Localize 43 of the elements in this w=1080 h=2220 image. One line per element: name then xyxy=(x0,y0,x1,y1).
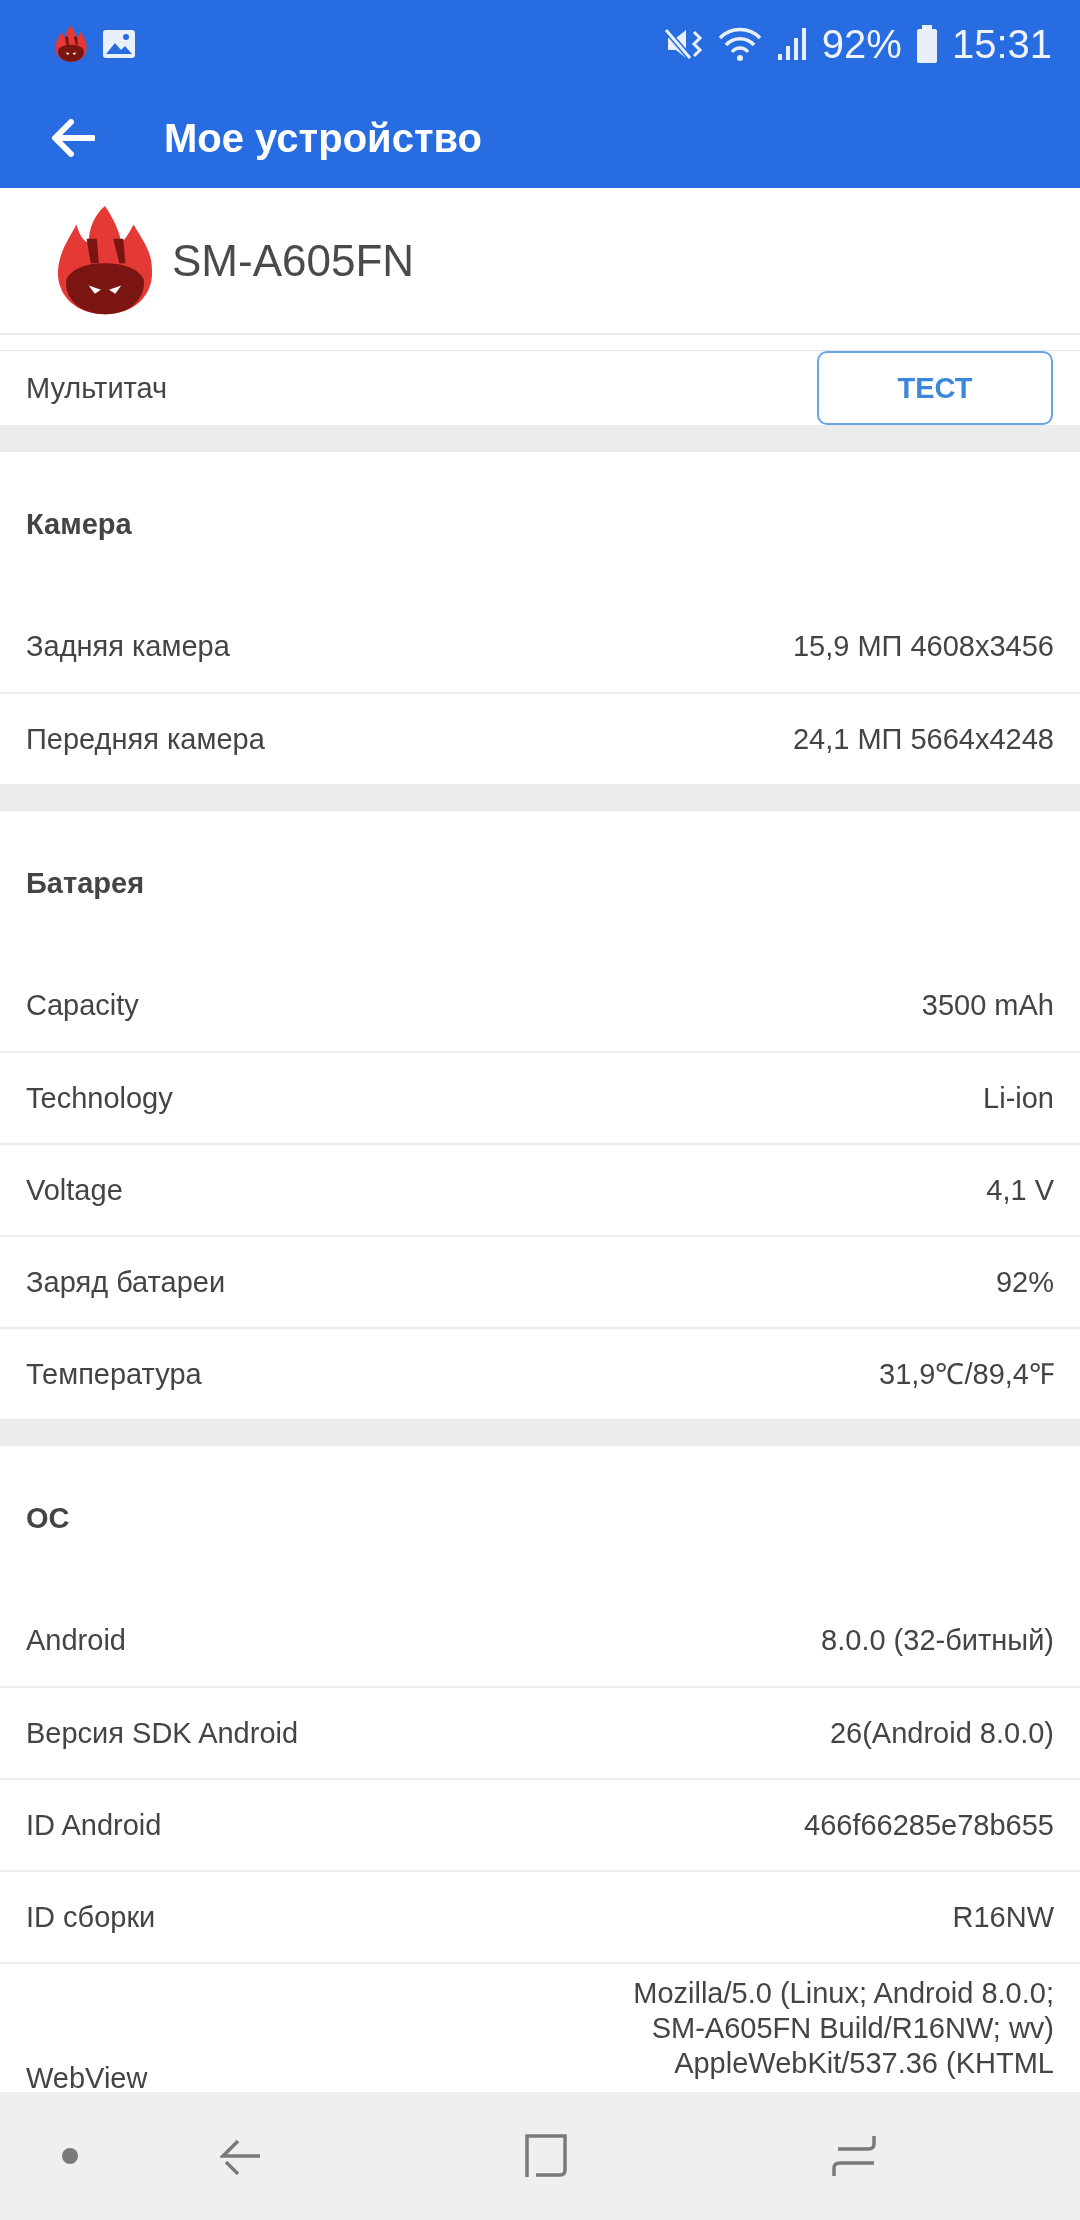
section-title: ОС xyxy=(25,1500,71,1536)
row-value: 4,1 V xyxy=(986,1172,1054,1208)
dot-icon[interactable] xyxy=(62,2148,78,2164)
row-value: 92% xyxy=(995,1264,1054,1300)
row-value: Li-ion xyxy=(983,1080,1054,1116)
battery-percent: 92% xyxy=(821,21,902,67)
row-label: Температура xyxy=(26,1357,202,1391)
row-label: Версия SDK Android xyxy=(26,1716,299,1750)
row-value: 15,9 МП 4608x3456 xyxy=(792,628,1054,664)
row-label: Задняя камера xyxy=(26,629,230,663)
test-button[interactable]: ТЕСТ xyxy=(817,351,1053,425)
section-title: Батарея xyxy=(25,865,146,901)
row-value: R16NW xyxy=(952,1899,1054,1935)
section-title: Камера xyxy=(25,506,133,542)
image-icon xyxy=(102,29,136,59)
row-label: ID Android xyxy=(26,1808,162,1842)
clock: 15:31 xyxy=(951,21,1052,67)
signal-icon xyxy=(775,26,808,62)
row-value: 26(Android 8.0.0) xyxy=(829,1715,1054,1751)
row-value: 31,9℃/89,4℉ xyxy=(879,1356,1054,1392)
row-value: 24,1 МП 5664x4248 xyxy=(792,721,1054,757)
screen-title: Мое устройство xyxy=(164,115,482,161)
wifi-icon xyxy=(717,26,762,62)
row-label: WebView xyxy=(26,2061,148,2092)
row-value: 3500 mAh xyxy=(921,987,1054,1023)
row-value: 8.0.0 (32-битный) xyxy=(821,1622,1054,1658)
row-label: Мультитач xyxy=(26,371,168,405)
row-label: Technology xyxy=(26,1081,173,1115)
app-logo-icon xyxy=(54,25,88,63)
home-icon[interactable] xyxy=(524,2134,568,2178)
row-label: Передняя камера xyxy=(26,722,265,756)
row-value: 466f66285e78b655 xyxy=(804,1807,1054,1843)
recent-apps-icon[interactable] xyxy=(832,2134,876,2178)
mute-vibrate-icon xyxy=(663,26,704,62)
device-model: SM-A605FN xyxy=(172,235,415,286)
battery-icon xyxy=(915,25,938,63)
back-arrow-icon xyxy=(51,119,95,157)
row-value: Mozilla/5.0 (Linux; Android 8.0.0; SM-A605FN Build/R16NW; wv) AppleWebKit/537.36 (KHTML xyxy=(633,1976,1054,2081)
row-label: Capacity xyxy=(26,988,139,1022)
row-label: ID сборки xyxy=(26,1900,156,1934)
row-label: Android xyxy=(26,1623,126,1657)
row-label: Заряд батареи xyxy=(26,1265,226,1299)
row-label: Voltage xyxy=(26,1173,123,1207)
